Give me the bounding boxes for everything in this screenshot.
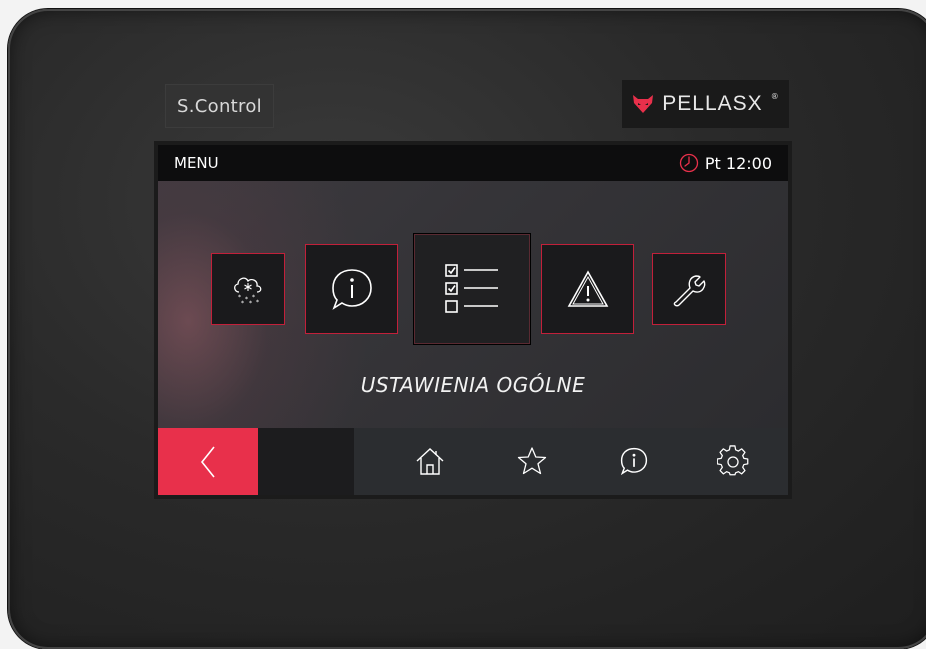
- status-bar: MENU Pt 12:00: [158, 145, 788, 181]
- s-control-label: S.Control: [177, 95, 262, 117]
- info-button[interactable]: [617, 444, 651, 478]
- pellasx-label: PELLASX: [662, 92, 763, 115]
- tile-service[interactable]: [652, 253, 726, 325]
- svg-text:*: *: [252, 294, 255, 301]
- gear-icon: [717, 445, 749, 476]
- touch-screen: MENU Pt 12:00 * * * * * * USTAWIENIA OGÓ…: [158, 145, 788, 495]
- clock-icon: [679, 153, 699, 173]
- registered-mark: ®: [770, 91, 779, 101]
- info-bubble-icon: [620, 447, 648, 476]
- screen-title: MENU: [174, 154, 219, 172]
- warning-icon: [567, 270, 608, 307]
- tile-general-settings[interactable]: [414, 234, 530, 344]
- chevron-left-icon: [200, 446, 215, 477]
- svg-text:*: *: [256, 299, 259, 306]
- home-icon: [416, 448, 444, 475]
- time-label: Pt 12:00: [704, 153, 772, 173]
- fox-head-icon: [633, 95, 654, 113]
- svg-text:*: *: [249, 300, 252, 306]
- tile-winter-mode[interactable]: * * * * * *: [211, 253, 285, 325]
- clock-display[interactable]: Pt 12:00: [679, 153, 772, 173]
- favorites-button[interactable]: [515, 444, 549, 478]
- tile-alarms[interactable]: [541, 244, 634, 334]
- menu-carousel: * * * * * * USTAWIENIA OGÓLNE: [158, 181, 788, 428]
- wrench-icon: [673, 275, 706, 307]
- star-icon: [517, 447, 547, 475]
- home-button[interactable]: [413, 444, 447, 478]
- svg-text:*: *: [245, 296, 248, 303]
- info-bubble-icon: [331, 269, 372, 310]
- settings-button[interactable]: [716, 444, 750, 478]
- s-control-badge: S.Control: [165, 84, 274, 128]
- tile-info[interactable]: [305, 244, 398, 334]
- pellasx-logo: PELLASX ®: [622, 80, 789, 128]
- bottom-navigation: [158, 428, 788, 495]
- selected-item-label: USTAWIENIA OGÓLNE: [360, 373, 586, 397]
- back-button[interactable]: [158, 428, 258, 495]
- svg-text:*: *: [241, 300, 244, 306]
- empty-slot: [258, 428, 354, 495]
- checklist-icon: [445, 264, 498, 313]
- snow-cloud-icon: * * * * * *: [234, 277, 262, 306]
